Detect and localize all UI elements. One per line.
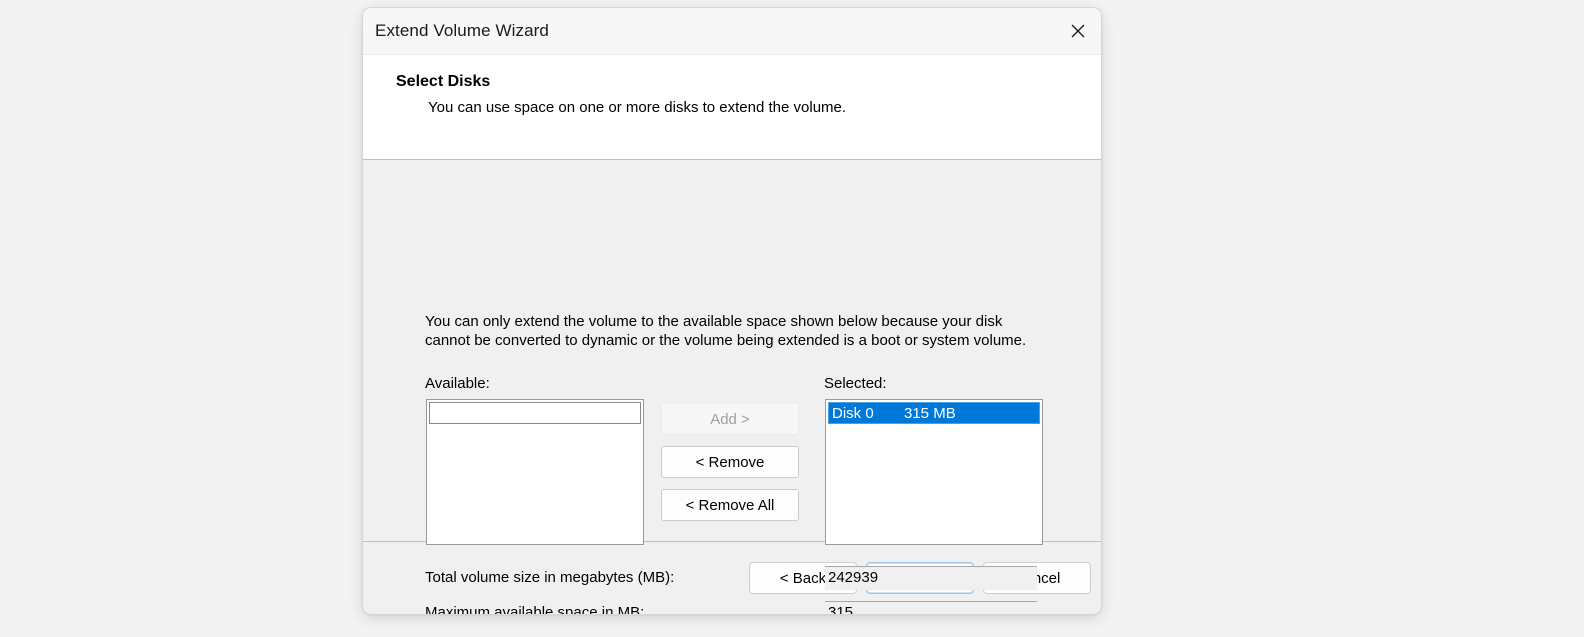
selected-disks-listbox[interactable]: Disk 0 315 MB — [825, 399, 1043, 545]
titlebar: Extend Volume Wizard — [363, 8, 1101, 55]
screen: Extend Volume Wizard Select Disks You ca… — [0, 0, 1584, 637]
extend-volume-wizard-dialog: Extend Volume Wizard Select Disks You ca… — [363, 8, 1101, 614]
total-volume-size-label: Total volume size in megabytes (MB): — [425, 569, 675, 586]
total-volume-size-value: 242939 — [825, 566, 1037, 590]
remove-button[interactable]: < Remove — [661, 446, 799, 478]
transfer-buttons: Add > < Remove < Remove All — [661, 403, 799, 532]
maximum-available-space-value: 315 — [825, 601, 1037, 614]
list-item[interactable]: Disk 0 315 MB — [828, 402, 1040, 424]
add-button[interactable]: Add > — [661, 403, 799, 435]
dialog-body: You can only extend the volume to the av… — [363, 160, 1101, 614]
disk-name: Disk 0 — [832, 404, 874, 422]
selected-label: Selected: — [824, 375, 887, 392]
remove-all-button[interactable]: < Remove All — [661, 489, 799, 521]
maximum-available-space-label: Maximum available space in MB: — [425, 604, 645, 614]
close-icon-glyph — [1071, 24, 1085, 38]
intro-text: You can only extend the volume to the av… — [425, 313, 1027, 350]
page-title: Select Disks — [396, 73, 491, 90]
page-subtitle: You can use space on one or more disks t… — [428, 99, 847, 116]
list-item[interactable] — [429, 402, 641, 424]
disk-size: 315 MB — [904, 404, 956, 422]
dialog-header: Select Disks You can use space on one or… — [363, 55, 1101, 160]
available-disks-listbox[interactable] — [426, 399, 644, 545]
window-title: Extend Volume Wizard — [375, 21, 549, 40]
close-icon[interactable] — [1055, 8, 1101, 54]
available-label: Available: — [425, 375, 490, 392]
